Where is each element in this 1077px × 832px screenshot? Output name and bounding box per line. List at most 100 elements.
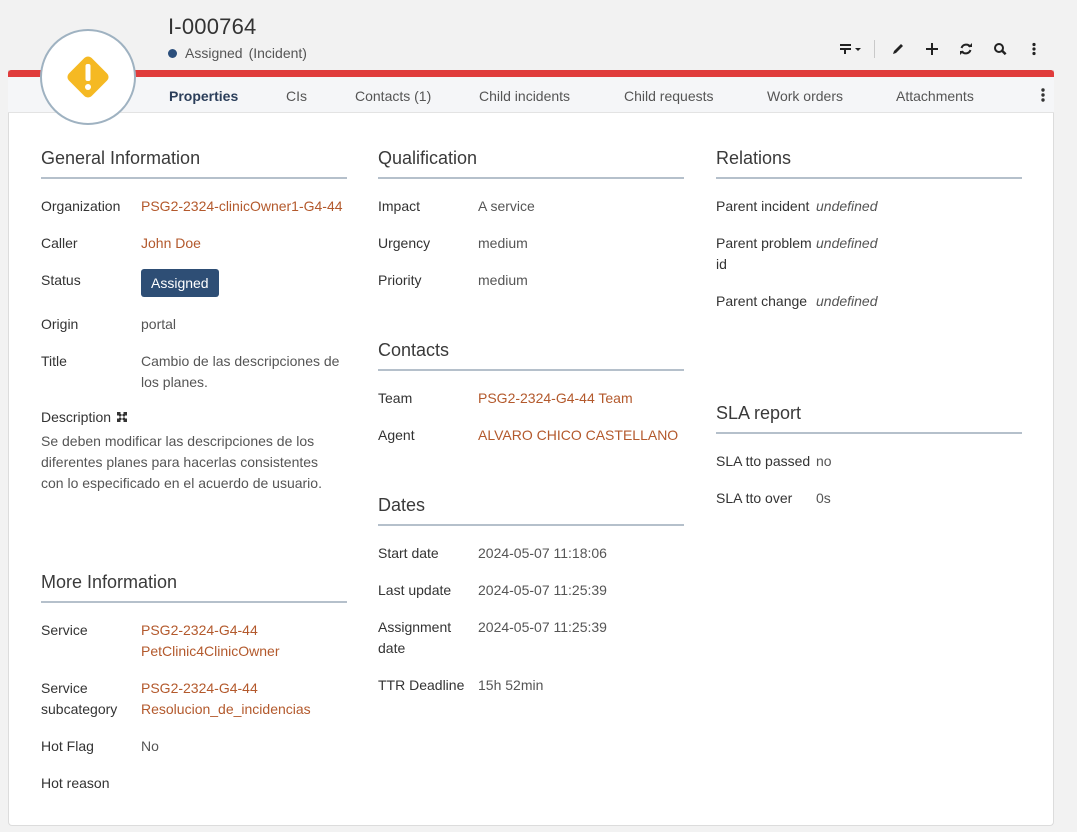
organization-link[interactable]: PSG2-2324-clinicOwner1-G4-44 <box>141 196 347 217</box>
label-parent-incident: Parent incident <box>716 198 810 214</box>
assignment-date-value: 2024-05-07 11:25:39 <box>478 619 607 635</box>
sla-tto-passed-value: no <box>816 453 832 469</box>
pencil-icon[interactable] <box>881 38 915 60</box>
object-type-text: (Incident) <box>248 45 307 61</box>
search-icon[interactable] <box>983 38 1017 60</box>
field-hot-flag: Hot Flag No <box>41 736 347 757</box>
field-urgency: Urgency medium <box>378 233 684 254</box>
field-last-update: Last update 2024-05-07 11:25:39 <box>378 580 684 601</box>
field-caller: Caller John Doe <box>41 233 347 254</box>
incident-status-badge <box>40 29 136 125</box>
warning-diamond-icon <box>67 56 109 98</box>
field-subcategory: Service subcategory PSG2-2324-G4-44 Reso… <box>41 678 347 720</box>
field-organization: Organization PSG2-2324-clinicOwner1-G4-4… <box>41 196 347 217</box>
section-title-dates: Dates <box>378 495 684 526</box>
service-link[interactable]: PSG2-2324-G4-44 PetClinic4ClinicOwner <box>141 620 347 662</box>
label-description: Description <box>41 409 112 425</box>
tab-cis[interactable]: CIs <box>286 88 307 104</box>
label-team: Team <box>378 390 413 406</box>
label-status: Status <box>41 272 81 288</box>
field-start-date: Start date 2024-05-07 11:18:06 <box>378 543 684 564</box>
refresh-icon[interactable] <box>949 38 983 60</box>
label-subcategory: Service subcategory <box>41 680 118 717</box>
hot-reason-value <box>141 773 347 794</box>
object-header: I-000764 Assigned (Incident) <box>0 0 1077 70</box>
status-text: Assigned <box>185 45 243 61</box>
plus-icon[interactable] <box>915 38 949 60</box>
label-caller: Caller <box>41 235 78 251</box>
ttr-deadline-value: 15h 52min <box>478 677 544 693</box>
section-title-contacts: Contacts <box>378 340 684 371</box>
label-service: Service <box>41 622 88 638</box>
field-service: Service PSG2-2324-G4-44 PetClinic4Clinic… <box>41 620 347 662</box>
tab-child-incidents[interactable]: Child incidents <box>479 88 570 104</box>
impact-value: A service <box>478 198 535 214</box>
section-title-sla: SLA report <box>716 403 1022 434</box>
field-parent-change: Parent change undefined <box>716 291 1022 312</box>
column-more-info: More Information Service PSG2-2324-G4-44… <box>41 572 347 810</box>
caller-link[interactable]: John Doe <box>141 233 347 254</box>
label-impact: Impact <box>378 198 421 214</box>
tab-attachments[interactable]: Attachments <box>896 88 974 104</box>
column-contacts: Contacts Team PSG2-2324-G4-44 Team Agent… <box>378 340 684 462</box>
label-sla-tto-over: SLA tto over <box>716 490 793 506</box>
field-parent-problem: Parent problem id undefined <box>716 233 1022 275</box>
section-title-relations: Relations <box>716 148 1022 179</box>
field-impact: Impact A service <box>378 196 684 217</box>
team-link[interactable]: PSG2-2324-G4-44 Team <box>478 388 684 409</box>
label-parent-change: Parent change <box>716 293 808 309</box>
field-sla-tto-passed: SLA tto passed no <box>716 451 1022 472</box>
label-urgency: Urgency <box>378 235 431 251</box>
sla-tto-over-value: 0s <box>816 490 831 506</box>
field-hot-reason: Hot reason <box>41 773 347 794</box>
more-vertical-icon[interactable] <box>1017 38 1051 60</box>
section-title-more: More Information <box>41 572 347 603</box>
filter-dropdown-icon[interactable] <box>834 38 868 60</box>
status-badge: Assigned <box>141 269 219 297</box>
tab-child-requests[interactable]: Child requests <box>624 88 714 104</box>
tab-contacts[interactable]: Contacts (1) <box>355 88 431 104</box>
parent-change-value: undefined <box>816 293 878 309</box>
column-relations: Relations Parent incident undefined Pare… <box>716 148 1022 328</box>
section-title-general: General Information <box>41 148 347 179</box>
label-agent: Agent <box>378 427 415 443</box>
label-origin: Origin <box>41 316 79 332</box>
section-title-qualification: Qualification <box>378 148 684 179</box>
priority-accent-bar <box>8 70 1054 77</box>
object-id-title: I-000764 <box>168 14 257 39</box>
urgency-value: medium <box>478 235 528 251</box>
field-parent-incident: Parent incident undefined <box>716 196 1022 217</box>
tab-bar: Properties CIs Contacts (1) Child incide… <box>8 77 1054 113</box>
column-qualification: Qualification Impact A service Urgency m… <box>378 148 684 307</box>
origin-value: portal <box>141 316 177 332</box>
hot-flag-value: No <box>141 738 159 754</box>
status-dot-icon <box>168 48 177 58</box>
tabs-more-icon[interactable] <box>1040 87 1046 108</box>
field-ttr-deadline: TTR Deadline 15h 52min <box>378 675 684 696</box>
actions-toolbar <box>834 38 1051 60</box>
subcategory-link[interactable]: PSG2-2324-G4-44 Resolucion_de_incidencia… <box>141 678 347 720</box>
expand-icon[interactable] <box>117 412 128 422</box>
label-assignment-date: Assignment date <box>378 619 452 656</box>
field-assignment-date: Assignment date 2024-05-07 11:25:39 <box>378 617 684 659</box>
priority-value: medium <box>478 272 528 288</box>
field-agent: Agent ALVARO CHICO CASTELLANO <box>378 425 684 446</box>
label-hot-reason: Hot reason <box>41 775 110 791</box>
title-value: Cambio de las descripciones de los plane… <box>141 353 340 390</box>
field-team: Team PSG2-2324-G4-44 Team <box>378 388 684 409</box>
tab-properties[interactable]: Properties <box>169 88 238 104</box>
label-parent-problem: Parent problem id <box>716 235 812 272</box>
agent-link[interactable]: ALVARO CHICO CASTELLANO <box>478 425 684 446</box>
column-sla: SLA report SLA tto passed no SLA tto ove… <box>716 403 1022 525</box>
field-description: Description <box>41 409 347 425</box>
label-start-date: Start date <box>378 545 439 561</box>
label-last-update: Last update <box>378 582 452 598</box>
column-dates: Dates Start date 2024-05-07 11:18:06 Las… <box>378 495 684 712</box>
parent-incident-value: undefined <box>816 198 878 214</box>
parent-problem-value: undefined <box>816 235 878 251</box>
label-hot-flag: Hot Flag <box>41 738 94 754</box>
label-title: Title <box>41 353 67 369</box>
toolbar-divider <box>874 40 875 58</box>
field-origin: Origin portal <box>41 314 347 335</box>
tab-work-orders[interactable]: Work orders <box>767 88 843 104</box>
